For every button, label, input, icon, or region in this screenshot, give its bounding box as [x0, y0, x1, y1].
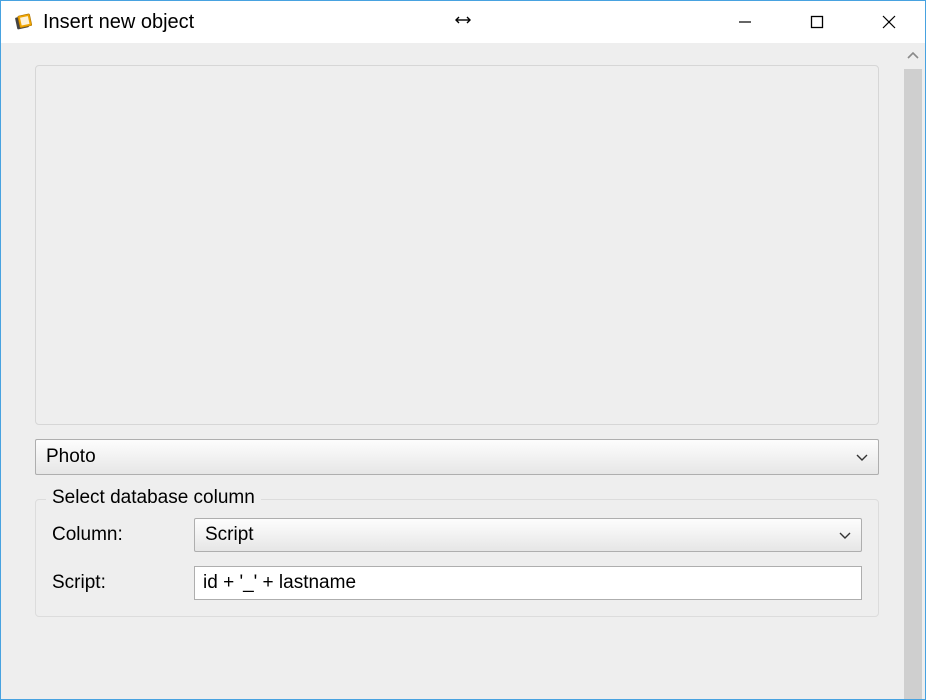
scrollbar-thumb[interactable] — [904, 69, 922, 699]
column-row: Column: Script — [52, 518, 862, 552]
vertical-scrollbar[interactable] — [901, 43, 925, 699]
maximize-button[interactable] — [781, 1, 853, 43]
close-button[interactable] — [853, 1, 925, 43]
script-label: Script: — [52, 572, 182, 594]
app-icon — [13, 11, 35, 33]
column-label: Column: — [52, 524, 182, 546]
dialog-window: Insert new object — [0, 0, 926, 700]
preview-area — [35, 65, 879, 425]
scroll-up-button[interactable] — [901, 43, 925, 69]
titlebar: Insert new object — [1, 1, 925, 43]
chevron-down-icon — [839, 525, 851, 545]
object-type-dropdown[interactable]: Photo — [35, 439, 879, 475]
fieldset-legend: Select database column — [46, 487, 261, 509]
script-row: Script: — [52, 566, 862, 600]
scrollbar-track[interactable] — [901, 69, 925, 699]
script-input[interactable] — [194, 566, 862, 600]
minimize-button[interactable] — [709, 1, 781, 43]
chevron-down-icon — [856, 447, 868, 467]
resize-horizontal-icon[interactable] — [454, 13, 472, 31]
column-dropdown-value: Script — [205, 524, 839, 546]
content-panel: Photo Select database column Column: Scr… — [1, 43, 901, 699]
window-controls — [709, 1, 925, 43]
window-title: Insert new object — [43, 11, 194, 34]
column-dropdown[interactable]: Script — [194, 518, 862, 552]
client-area: Photo Select database column Column: Scr… — [1, 43, 925, 699]
database-column-fieldset: Select database column Column: Script Sc… — [35, 499, 879, 617]
object-type-value: Photo — [46, 446, 856, 468]
